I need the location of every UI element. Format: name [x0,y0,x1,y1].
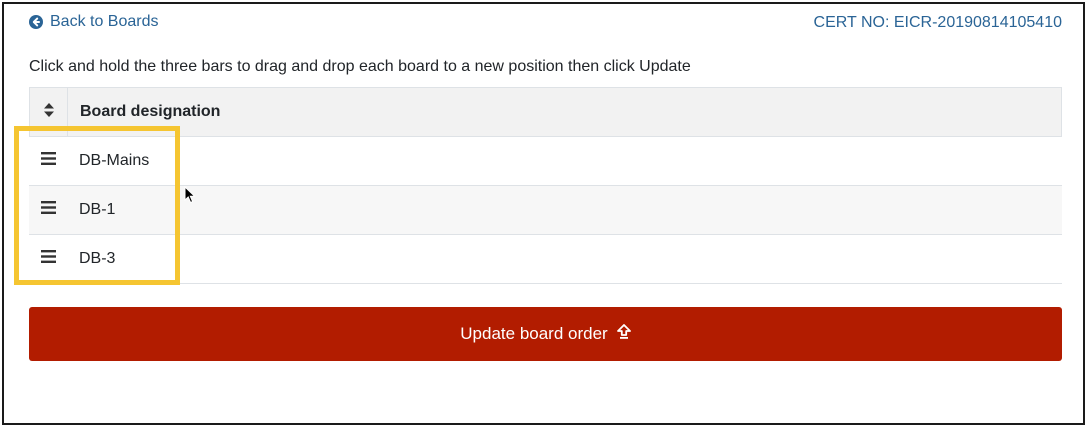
back-to-boards-label: Back to Boards [50,13,159,30]
bars-icon [40,250,56,268]
upload-arrow-icon [616,324,631,344]
update-button-label: Update board order [460,324,608,343]
sort-icon [43,102,54,122]
table-row: DB-1 [29,186,1062,235]
drag-handle[interactable] [29,137,67,185]
board-name: DB-1 [79,201,116,218]
sort-column-header[interactable] [30,88,68,136]
bars-icon [40,201,56,219]
circle-arrow-left-icon [29,15,43,29]
drag-handle[interactable] [29,186,67,234]
cert-number: CERT NO: EICR-20190814105410 [813,14,1062,31]
drag-instructions: Click and hold the three bars to drag an… [29,58,691,75]
bars-icon [40,152,56,170]
board-designation-header: Board designation [80,103,221,120]
boards-table: Board designation DB-Mains DB-1 DB-3 [29,87,1062,284]
back-to-boards-link[interactable]: Back to Boards [29,13,159,31]
board-name: DB-Mains [79,152,150,169]
table-row: DB-Mains [29,137,1062,186]
table-header: Board designation [29,87,1062,137]
board-name: DB-3 [79,250,116,267]
drag-handle[interactable] [29,235,67,283]
table-row: DB-3 [29,235,1062,284]
update-board-order-button[interactable]: Update board order [29,307,1062,361]
